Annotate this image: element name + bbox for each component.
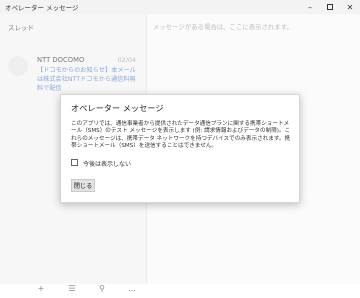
select-icon: ☰: [68, 283, 76, 293]
dont-show-again-label[interactable]: 今後は表示しない: [83, 159, 131, 168]
dialog-title: オペレーター メッセージ: [71, 103, 164, 113]
dialog-body: このアプリでは、通信事業者から提供されたデータ通信プランに関する携帯ショートメー…: [71, 121, 291, 150]
more-icon: …: [128, 283, 136, 293]
close-window-button[interactable]: ✕: [340, 0, 360, 14]
window-title: オペレーター メッセージ: [5, 4, 79, 12]
title-bar: オペレーター メッセージ – ✕: [0, 0, 360, 14]
close-icon: ✕: [346, 2, 354, 12]
minimize-icon: –: [308, 2, 312, 12]
minimize-button[interactable]: –: [300, 0, 320, 14]
dont-show-again-checkbox[interactable]: [71, 159, 78, 166]
add-icon: +: [37, 283, 45, 293]
operator-message-dialog: オペレーター メッセージ このアプリでは、通信事業者から提供されたデータ通信プラ…: [60, 94, 300, 203]
close-dialog-button[interactable]: 閉じる: [71, 179, 95, 192]
maximize-button[interactable]: [320, 0, 340, 14]
maximize-icon: [327, 4, 333, 10]
search-icon: ⚲: [99, 283, 105, 293]
